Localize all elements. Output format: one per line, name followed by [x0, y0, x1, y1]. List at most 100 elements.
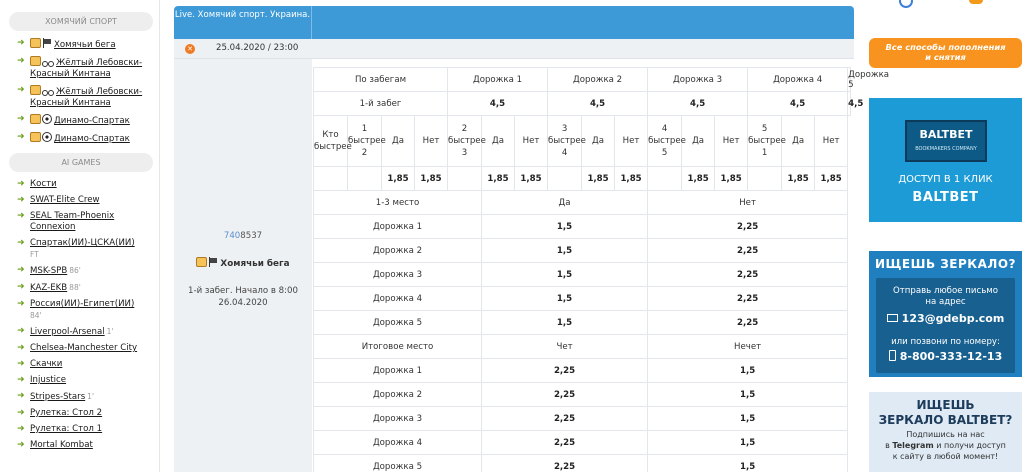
odds-value[interactable]: 1,85 [581, 166, 616, 191]
sidebar-item[interactable]: ➜ Кости [0, 176, 159, 192]
odds-value[interactable]: 1,85 [381, 166, 415, 191]
odds-value[interactable]: 2,25 [647, 286, 849, 311]
odds-value[interactable]: 4,5 [747, 91, 849, 116]
sidebar-item[interactable]: ➜ Injustice [0, 372, 159, 388]
odds-value[interactable]: 1,85 [714, 166, 749, 191]
sidebar-link[interactable]: Россия(ИИ)-Египет(ИИ) [30, 299, 134, 309]
sidebar-item[interactable]: ➜ Stripes-Stars 1' [0, 388, 159, 405]
mirror-banner[interactable]: ИЩЕШЬ ЗЕРКАЛО? Отправь любое письмо на а… [869, 251, 1022, 377]
odds-value[interactable]: 2,25 [481, 382, 649, 407]
sidebar-link[interactable]: Динамо-Спартак [54, 116, 130, 126]
odds-value[interactable]: 1,5 [647, 406, 849, 431]
sidebar-link[interactable]: Chelsea-Manchester City [30, 343, 137, 353]
sidebar-link[interactable]: Хомячьи бега [54, 40, 116, 50]
mirror-phone: 8-800-333-12-13 [899, 350, 1003, 363]
sidebar-link[interactable]: Liverpool-Arsenal [30, 327, 105, 337]
top-banner-fragment[interactable] [869, 0, 1022, 14]
odds-value[interactable]: 1,85 [814, 166, 849, 191]
sidebar-item[interactable]: ➜ SWAT-Elite Crew [0, 192, 159, 208]
sidebar-section-title: AI GAMES [9, 153, 153, 172]
odds-value[interactable]: 1,5 [481, 214, 649, 239]
sidebar-item[interactable]: ➜ Динамо-Спартак [0, 111, 159, 129]
odds-value[interactable]: 1,85 [781, 166, 816, 191]
orange-shape-icon [969, 0, 983, 4]
sidebar-link[interactable]: Mortal Kombat [30, 440, 93, 450]
close-icon[interactable]: ✕ [185, 44, 195, 54]
odds-value[interactable]: 2,25 [481, 358, 649, 383]
odds-value[interactable]: 1,85 [481, 166, 516, 191]
sidebar-item[interactable]: ➜ Жёлтый Лебовски-Красный Кинтана [0, 53, 159, 82]
sidebar-link[interactable]: Динамо-Спартак [54, 134, 130, 144]
deposit-banner-line1: Все способы пополнения [885, 42, 1006, 52]
sidebar-item[interactable]: ➜ Рулетка: Стол 2 [0, 405, 159, 421]
odds-value[interactable]: 2,25 [481, 430, 649, 455]
table-row: 1-й забег 4,5 4,5 4,5 4,5 4,5 [312, 91, 863, 116]
sidebar-link[interactable]: Injustice [30, 375, 66, 385]
odds-value[interactable]: 2,25 [481, 406, 649, 431]
odds-value[interactable]: 1,5 [481, 262, 649, 287]
odds-value[interactable]: 4,5 [447, 91, 549, 116]
row-label: Дорожка 2 [312, 238, 483, 263]
baltbet-banner[interactable]: BALTBET BOOKMAKERS COMPANY ДОСТУП В 1 КЛ… [869, 98, 1022, 222]
sidebar-item[interactable]: ➜ SEAL Team-Phoenix Connexion [0, 208, 159, 235]
odds-value[interactable]: 1,5 [647, 454, 849, 472]
sidebar: ХОМЯЧИЙ СПОРТ ➜ Хомячьи бега ➜ Жёлтый Ле… [0, 0, 160, 472]
odds-value[interactable]: 1,85 [514, 166, 549, 191]
odds-value[interactable]: 1,5 [481, 286, 649, 311]
telegram-sub2-bold: Telegram [892, 441, 934, 450]
odds-value[interactable]: 1,85 [413, 166, 449, 191]
sidebar-item[interactable]: ➜ Россия(ИИ)-Египет(ИИ) 84' [0, 296, 159, 323]
motorcycle-icon [42, 56, 54, 67]
sidebar-link[interactable]: Рулетка: Стол 2 [30, 408, 102, 418]
mirror-banner-box: Отправь любое письмо на адрес 123@gdebp.… [876, 278, 1015, 373]
odds-value[interactable]: 1,85 [614, 166, 649, 191]
telegram-banner[interactable]: ИЩЕШЬ ЗЕРКАЛО BALTBET? Подпишись на нас … [869, 392, 1022, 472]
odds-value[interactable]: 1,5 [647, 358, 849, 383]
odds-value[interactable]: 1,5 [481, 238, 649, 263]
sidebar-link[interactable]: SWAT-Elite Crew [30, 195, 100, 205]
odds-value[interactable]: 2,25 [647, 238, 849, 263]
sidebar-link[interactable]: SEAL Team-Phoenix Connexion [30, 211, 114, 232]
sidebar-item[interactable]: ➜ Спартак(ИИ)-ЦСКА(ИИ) FT [0, 235, 159, 262]
odds-value[interactable]: 1,85 [681, 166, 716, 191]
sidebar-link[interactable]: Рулетка: Стол 1 [30, 424, 102, 434]
empty-cell [747, 166, 783, 191]
odds-value[interactable]: 2,25 [647, 310, 849, 335]
column-header: Нет [413, 115, 449, 167]
odds-value[interactable]: 4,5 [547, 91, 649, 116]
odds-value[interactable]: 4,5 [647, 91, 749, 116]
sidebar-item[interactable]: ➜ Chelsea-Manchester City [0, 340, 159, 356]
column-header: 1 быстрее 2 [347, 115, 386, 167]
event-name[interactable]: Хомячьи бега [174, 257, 312, 269]
sidebar-link[interactable]: Кости [30, 179, 57, 189]
mirror-email: 123@gdebp.com [901, 312, 1005, 325]
odds-value[interactable]: 1,5 [481, 310, 649, 335]
sidebar-link[interactable]: Скачки [30, 359, 62, 369]
sidebar-item[interactable]: ➜ MSK-SPB 86' [0, 262, 159, 279]
odds-value[interactable]: 2,25 [647, 214, 849, 239]
sidebar-link[interactable]: KAZ-EKB [30, 283, 67, 293]
deposit-methods-banner[interactable]: Все способы пополнения и снятия [869, 38, 1022, 68]
sidebar-item[interactable]: ➜ Рулетка: Стол 1 [0, 421, 159, 437]
odds-value[interactable]: 1,5 [647, 382, 849, 407]
odds-value[interactable]: 2,25 [481, 454, 649, 472]
table-row: 1,85 1,85 1,85 1,85 1,85 1,85 1,85 1,85 1,85 1,85 [313, 166, 851, 191]
sidebar-item[interactable]: ➜ Mortal Kombat [0, 437, 159, 453]
sidebar-item[interactable]: ➜ KAZ-EKB 88' [0, 279, 159, 296]
column-header: Нет [614, 115, 649, 167]
sidebar-link[interactable]: Спартак(ИИ)-ЦСКА(ИИ) [30, 238, 135, 248]
sidebar-item[interactable]: ➜ Liverpool-Arsenal 1' [0, 323, 159, 340]
sidebar-link[interactable]: Stripes-Stars [30, 392, 85, 402]
sidebar-item[interactable]: ➜ Хомячьи бега [0, 35, 159, 53]
sidebar-item[interactable]: ➜ Скачки [0, 356, 159, 372]
telegram-banner-sub2: в Telegram и получи доступ [869, 441, 1022, 451]
sidebar-item[interactable]: ➜ Жёлтый Лебовски-Красный Кинтана [0, 82, 159, 111]
odds-value[interactable]: 4,5 [847, 91, 863, 116]
baltbet-logo-tag: BOOKMAKERS COMPANY [915, 146, 977, 152]
row-label: Дорожка 3 [312, 406, 483, 431]
sidebar-item[interactable]: ➜ Динамо-Спартак [0, 129, 159, 147]
sidebar-link[interactable]: MSK-SPB [30, 266, 67, 276]
odds-value[interactable]: 1,5 [647, 430, 849, 455]
event-panel: Live. Хомячий спорт. Украина. ✕ 25.04.20… [174, 6, 889, 472]
odds-value[interactable]: 2,25 [647, 262, 849, 287]
